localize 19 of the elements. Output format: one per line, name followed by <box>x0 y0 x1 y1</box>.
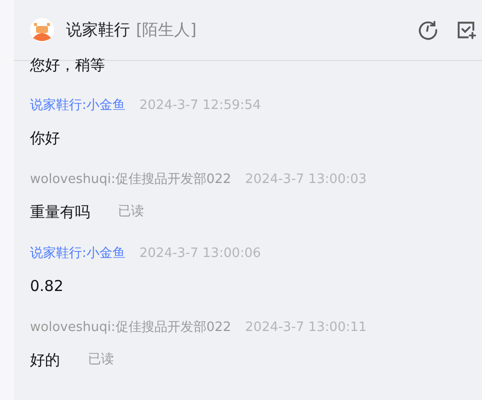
sender-name: woloveshuqi:促佳搜品开发部022 <box>30 171 232 189</box>
message-text: 重量有吗 <box>30 202 90 223</box>
message-text: 0.82 <box>30 276 64 297</box>
message-time: 2024-3-7 13:00:03 <box>245 171 367 189</box>
message-text: 好的 <box>30 350 60 371</box>
message-time: 2024-3-7 12:59:54 <box>139 97 261 115</box>
avatar-icon <box>30 18 54 42</box>
contact-name: 说家鞋行 <box>66 19 130 41</box>
message-time: 2024-3-7 13:00:11 <box>245 319 367 337</box>
message-text: 你好 <box>30 128 60 149</box>
contact-tag: [陌生人] <box>136 18 196 42</box>
read-status: 已读 <box>118 203 144 221</box>
message-time: 2024-3-7 13:00:06 <box>139 245 261 263</box>
sender-name: 说家鞋行:小金鱼 <box>30 97 126 115</box>
refresh-button[interactable] <box>416 18 440 42</box>
message-text: 您好，稍等 <box>30 55 106 75</box>
read-status: 已读 <box>88 351 114 369</box>
sender-name: woloveshuqi:促佳搜品开发部022 <box>30 319 232 337</box>
sender-name: 说家鞋行:小金鱼 <box>30 245 126 263</box>
